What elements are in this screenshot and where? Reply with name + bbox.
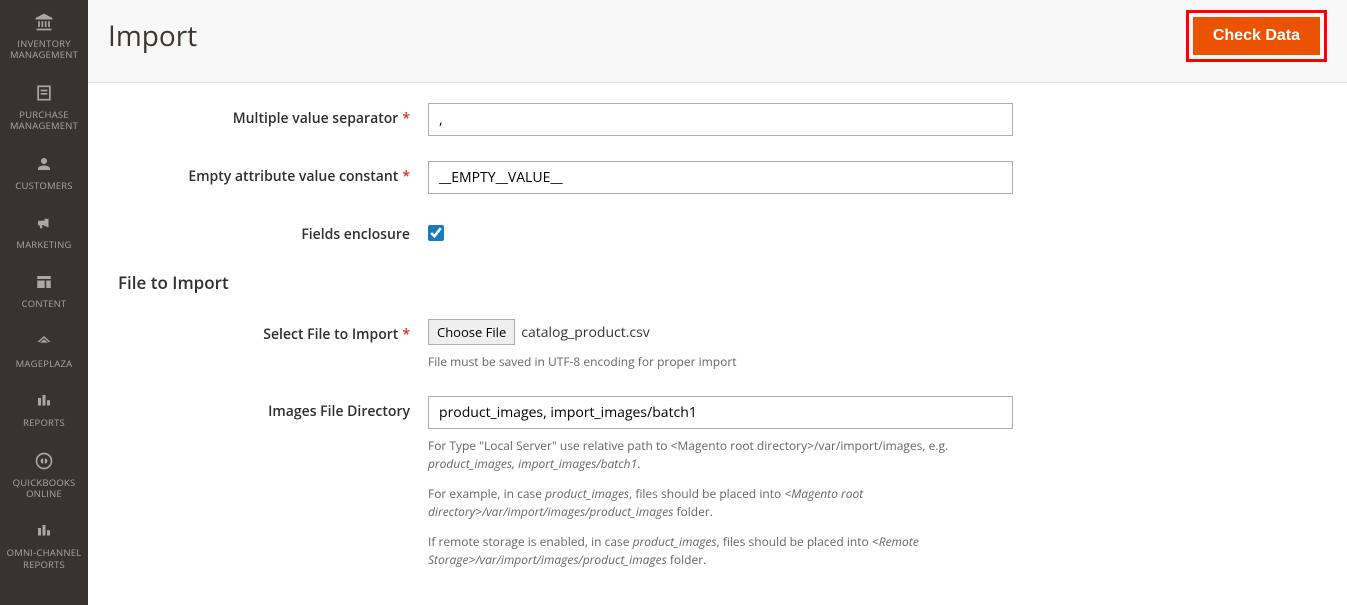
sidebar-item-content[interactable]: CONTENT	[0, 260, 88, 319]
layout-icon	[34, 270, 54, 294]
sidebar-item-label: CUSTOMERS	[15, 180, 72, 191]
check-data-highlight: Check Data	[1186, 10, 1327, 62]
help-select-file: File must be saved in UTF-8 encoding for…	[428, 353, 1028, 371]
empty-attribute-input[interactable]	[428, 161, 1013, 194]
document-icon	[34, 81, 54, 105]
label-empty-attribute: Empty attribute value constant*	[118, 161, 428, 186]
sidebar-item-label: INVENTORY MANAGEMENT	[4, 38, 84, 61]
label-select-file: Select File to Import*	[118, 319, 428, 344]
sidebar-item-label: MAGEPLAZA	[16, 358, 73, 369]
sidebar-item-customers[interactable]: CUSTOMERS	[0, 142, 88, 201]
check-data-button[interactable]: Check Data	[1193, 17, 1320, 55]
label-images-dir: Images File Directory	[118, 396, 428, 421]
chart-icon	[34, 389, 54, 413]
page-title: Import	[108, 17, 197, 55]
row-multiple-value-separator: Multiple value separator*	[118, 103, 1317, 136]
main-content: Import Check Data Multiple value separat…	[88, 0, 1347, 605]
sidebar-item-reports[interactable]: REPORTS	[0, 379, 88, 438]
help-images-dir: For Type "Local Server" use relative pat…	[428, 437, 1028, 569]
sidebar-item-label: REPORTS	[23, 417, 65, 428]
required-marker: *	[402, 325, 410, 344]
sidebar-item-inventory[interactable]: INVENTORY MANAGEMENT	[0, 0, 88, 71]
qb-icon	[34, 449, 54, 473]
sidebar: INVENTORY MANAGEMENT PURCHASE MANAGEMENT…	[0, 0, 88, 605]
form-content: Multiple value separator* Empty attribut…	[88, 83, 1347, 605]
images-dir-input[interactable]	[428, 396, 1013, 429]
choose-file-button[interactable]: Choose File	[428, 319, 515, 345]
label-multiple-value-separator: Multiple value separator*	[118, 103, 428, 128]
sidebar-item-label: QUICKBOOKS ONLINE	[4, 477, 84, 500]
selected-filename: catalog_product.csv	[521, 323, 650, 342]
sidebar-item-label: PURCHASE MANAGEMENT	[4, 109, 84, 132]
label-fields-enclosure: Fields enclosure	[118, 219, 428, 244]
sidebar-item-label: OMNI-CHANNEL REPORTS	[4, 547, 84, 570]
sidebar-item-purchase[interactable]: PURCHASE MANAGEMENT	[0, 71, 88, 142]
row-fields-enclosure: Fields enclosure	[118, 219, 1317, 246]
chart-icon	[34, 519, 54, 543]
row-images-dir: Images File Directory For Type "Local Se…	[118, 396, 1317, 569]
sidebar-item-marketing[interactable]: MARKETING	[0, 201, 88, 260]
section-title-file-import: File to Import	[118, 271, 1317, 294]
sidebar-item-label: MARKETING	[16, 239, 71, 250]
fields-enclosure-checkbox[interactable]	[428, 225, 444, 241]
sidebar-item-omni[interactable]: OMNI-CHANNEL REPORTS	[0, 509, 88, 580]
row-empty-attribute: Empty attribute value constant*	[118, 161, 1317, 194]
megaphone-icon	[33, 211, 55, 235]
sidebar-item-label: CONTENT	[22, 298, 67, 309]
building-icon	[33, 10, 55, 34]
person-icon	[35, 152, 53, 176]
sidebar-item-quickbooks[interactable]: QUICKBOOKS ONLINE	[0, 439, 88, 510]
sidebar-item-mageplaza[interactable]: MAGEPLAZA	[0, 320, 88, 379]
page-header: Import Check Data	[88, 0, 1347, 83]
required-marker: *	[402, 109, 410, 128]
multiple-value-separator-input[interactable]	[428, 103, 1013, 136]
required-marker: *	[402, 167, 410, 186]
roof-icon	[33, 330, 55, 354]
row-select-file: Select File to Import* Choose File catalo…	[118, 319, 1317, 371]
